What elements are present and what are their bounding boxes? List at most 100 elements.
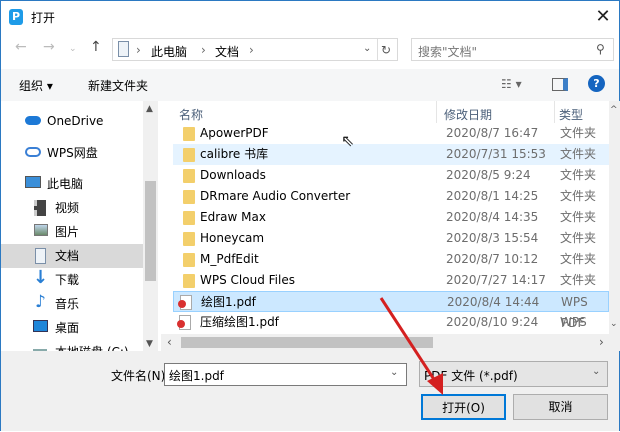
column-header-name[interactable]: 名称 — [179, 106, 203, 123]
sidebar-item-local-disk[interactable]: 本地磁盘 (C:) — [1, 340, 143, 351]
folder-icon — [183, 211, 195, 225]
pdf-file-icon — [177, 315, 191, 330]
organize-button[interactable]: 组织 ▾ — [19, 77, 53, 94]
help-icon[interactable]: ? — [588, 75, 605, 92]
picture-icon — [34, 224, 48, 236]
breadcrumb-item[interactable]: 文档 — [215, 43, 239, 60]
folder-icon — [183, 274, 195, 288]
open-button[interactable]: 打开(O) — [421, 394, 506, 420]
file-row[interactable]: Downloads 2020/8/5 9:24 文件夹 — [173, 165, 609, 186]
file-row[interactable]: Edraw Max 2020/8/4 14:35 文件夹 — [173, 207, 609, 228]
document-icon — [118, 41, 129, 57]
cloud-icon — [25, 116, 41, 125]
mouse-cursor-icon: ⇖ — [341, 131, 355, 150]
list-horizontal-scrollbar[interactable]: ‹ › — [161, 334, 620, 351]
document-icon — [35, 248, 46, 264]
toolbar: 组织 ▾ 新建文件夹 ☷ ▾ ? — [1, 69, 619, 101]
desktop-icon — [33, 320, 48, 332]
scroll-down-icon[interactable]: ▼ — [146, 339, 153, 349]
file-date: 2020/8/3 15:54 — [446, 231, 539, 245]
file-name: Downloads — [200, 168, 266, 182]
file-date: 2020/8/7 10:12 — [446, 252, 539, 266]
divider — [436, 101, 437, 123]
file-type: 文件夹 — [560, 210, 597, 224]
file-type-value: PDF 文件 (*.pdf) — [424, 369, 518, 383]
file-row[interactable]: DRmare Audio Converter 2020/8/1 14:25 文件夹 — [173, 186, 609, 207]
file-row[interactable]: calibre 书库 2020/7/31 15:53 文件夹 — [173, 144, 609, 165]
file-type: 文件夹 — [560, 189, 597, 203]
search-input[interactable]: 搜索"文档" ⚲ — [411, 38, 614, 61]
view-options-icon[interactable]: ☷ ▾ — [501, 77, 522, 91]
file-row[interactable]: Honeycam 2020/8/3 15:54 文件夹 — [173, 228, 609, 249]
sidebar-item-downloads[interactable]: ↓ 下载 — [1, 268, 143, 292]
file-type: 文件夹 — [560, 126, 597, 140]
pdf-file-icon — [178, 295, 192, 310]
file-name: WPS Cloud Files — [200, 273, 295, 287]
list-vertical-scrollbar[interactable]: ^ ⌄ — [609, 101, 620, 334]
new-folder-button[interactable]: 新建文件夹 — [88, 77, 148, 94]
scrollbar-thumb[interactable] — [181, 337, 433, 348]
sidebar-item-pictures[interactable]: 图片 — [1, 220, 143, 244]
chevron-down-icon: ⌄ — [592, 366, 601, 377]
file-date: 2020/8/10 9:24 — [446, 315, 539, 329]
filename-value: 绘图1.pdf — [169, 369, 224, 383]
file-date: 2020/8/7 16:47 — [446, 126, 539, 140]
scroll-up-icon[interactable]: ^ — [610, 105, 618, 115]
folder-icon — [183, 169, 195, 183]
refresh-icon[interactable]: ↻ — [381, 43, 391, 57]
chevron-icon: › — [136, 43, 141, 57]
title-bar: P 打开 ✕ — [1, 1, 619, 33]
file-date: 2020/8/1 14:25 — [446, 189, 539, 203]
scroll-left-icon[interactable]: ‹ — [167, 335, 172, 349]
file-row[interactable]: ApowerPDF 2020/8/7 16:47 文件夹 — [173, 123, 609, 144]
sidebar-item-videos[interactable]: 视频 — [1, 196, 143, 220]
column-header-type[interactable]: 类型 — [559, 106, 583, 123]
sidebar-item-onedrive[interactable]: OneDrive — [1, 109, 143, 133]
up-button[interactable]: ↑ — [90, 39, 102, 55]
close-button[interactable]: ✕ — [591, 5, 615, 29]
navigation-pane: OneDrive WPS网盘 此电脑 视频 图片 文档 ↓下载 ♪音乐 桌面 本… — [1, 101, 158, 351]
scrollbar-thumb[interactable] — [145, 181, 156, 281]
chevron-down-icon[interactable]: ⌄ — [390, 367, 398, 378]
file-type: 文件夹 — [560, 252, 597, 266]
sidebar-item-desktop[interactable]: 桌面 — [1, 316, 143, 340]
forward-button[interactable]: → — [43, 39, 55, 55]
file-name: calibre 书库 — [200, 147, 269, 161]
file-row[interactable]: 绘图1.pdf 2020/8/4 14:44 WPS PDF — [173, 291, 609, 330]
sidebar-item-this-pc[interactable]: 此电脑 — [1, 172, 143, 196]
video-icon — [34, 200, 46, 216]
file-date: 2020/8/4 14:44 — [447, 295, 540, 309]
scroll-down-icon[interactable]: ⌄ — [610, 319, 618, 329]
file-row[interactable]: 压缩绘图1.pdf2020/8/10 9:24WPS PDF — [173, 312, 609, 350]
file-type-select[interactable]: PDF 文件 (*.pdf) ⌄ — [419, 361, 608, 387]
music-icon: ♪ — [35, 292, 46, 312]
scroll-right-icon[interactable]: › — [599, 335, 604, 349]
file-type: 文件夹 — [560, 168, 597, 182]
column-header-date[interactable]: 修改日期 — [444, 106, 492, 123]
folder-icon — [183, 127, 195, 141]
folder-icon — [183, 190, 195, 204]
file-date: 2020/8/5 9:24 — [446, 168, 531, 182]
file-row[interactable]: M_PdfEdit 2020/8/7 10:12 文件夹 — [173, 249, 609, 270]
back-button[interactable]: ← — [15, 39, 27, 55]
filename-input[interactable]: 绘图1.pdf ⌄ — [164, 363, 407, 386]
sidebar-scrollbar[interactable]: ▲ ▼ — [143, 101, 158, 351]
file-type: 文件夹 — [560, 147, 597, 161]
file-list: ^ 名称 修改日期 类型 ApowerPDF 2020/8/7 16:47 文件夹 c… — [161, 101, 620, 351]
address-bar[interactable]: › 此电脑 › 文档 › ⌄ ↻ — [112, 38, 398, 61]
download-icon: ↓ — [33, 267, 49, 288]
breadcrumb-item[interactable]: 此电脑 — [151, 43, 187, 60]
file-row[interactable]: WPS Cloud Files 2020/7/27 14:17 文件夹 — [173, 270, 609, 291]
sidebar-item-documents[interactable]: 文档 — [1, 244, 143, 268]
window-title: 打开 — [31, 11, 56, 25]
address-dropdown-icon[interactable]: ⌄ — [363, 43, 371, 54]
recent-dropdown-button[interactable]: ⌄ — [69, 44, 77, 54]
scroll-up-icon[interactable]: ▲ — [146, 104, 153, 114]
sidebar-item-music[interactable]: ♪ 音乐 — [1, 292, 143, 316]
cancel-button[interactable]: 取消 — [513, 394, 608, 420]
preview-pane-icon[interactable] — [552, 78, 568, 91]
filename-label: 文件名(N): — [111, 369, 170, 383]
sidebar-item-wps[interactable]: WPS网盘 — [1, 141, 143, 165]
file-type: 文件夹 — [560, 231, 597, 245]
chevron-icon: › — [201, 43, 206, 57]
